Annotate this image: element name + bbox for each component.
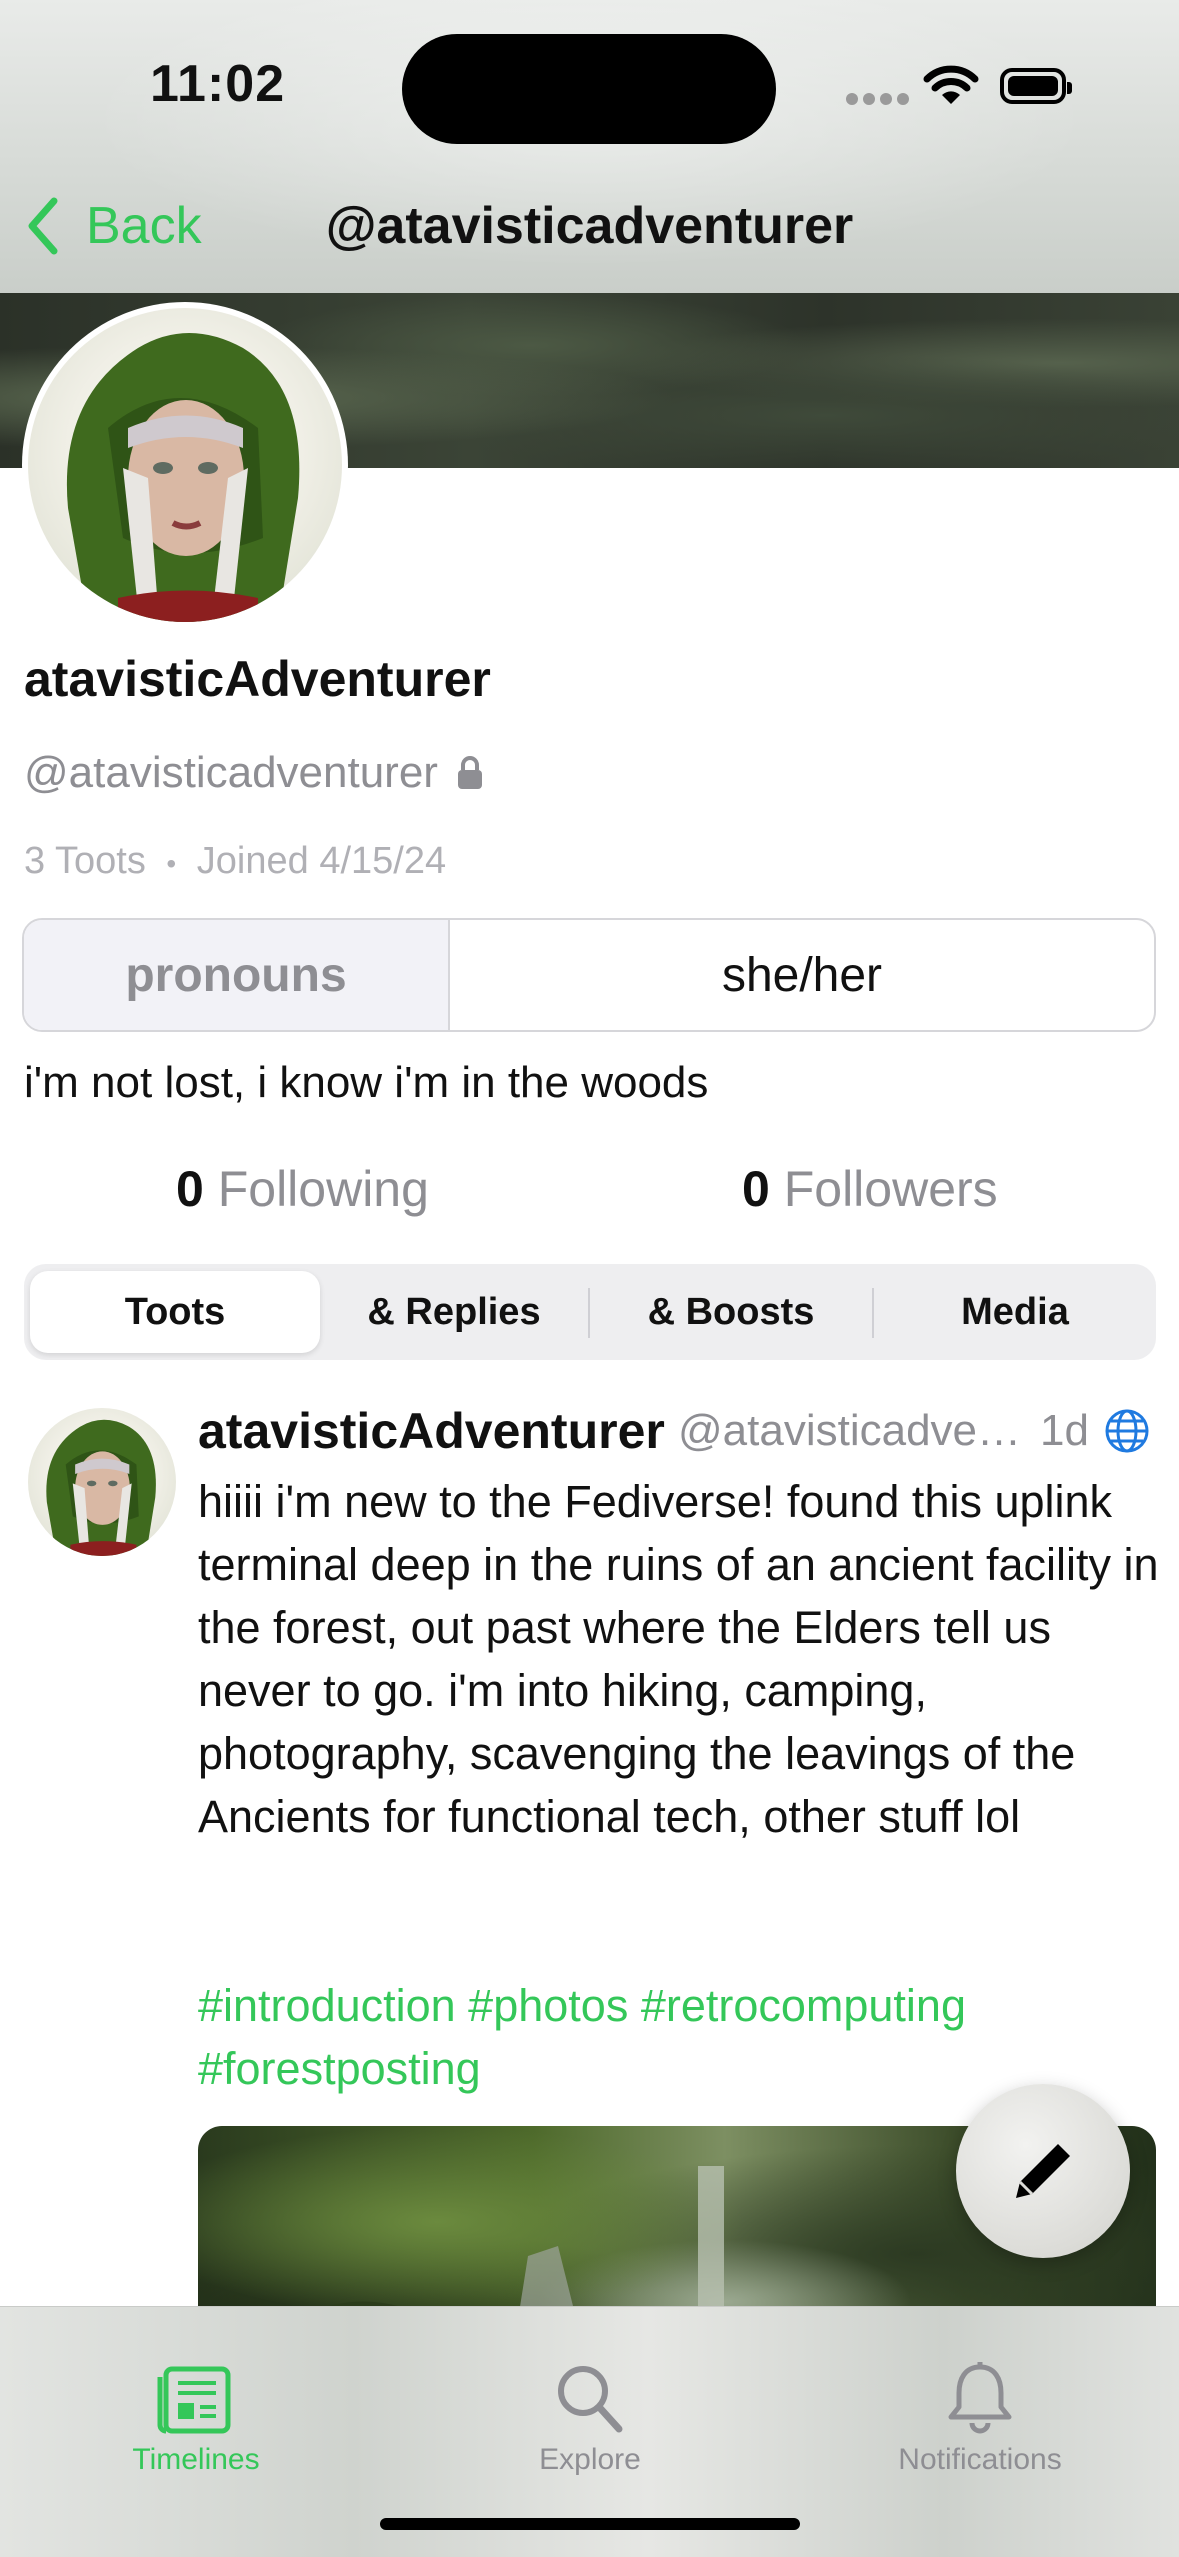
profile-handle: @atavisticadventurer bbox=[24, 748, 438, 797]
joined-date: Joined 4/15/24 bbox=[196, 840, 447, 882]
profile-handle-row: @atavisticadventurer bbox=[24, 748, 484, 798]
field-value: she/her bbox=[721, 948, 883, 1002]
post-author-name[interactable]: atavisticAdventurer bbox=[198, 1402, 665, 1460]
lock-icon bbox=[457, 756, 482, 789]
bell-icon bbox=[948, 2362, 1012, 2434]
tab-timelines[interactable]: Timelines bbox=[46, 2307, 346, 2477]
nav-title: @atavisticadventurer bbox=[325, 197, 854, 255]
battery-icon bbox=[1000, 68, 1072, 104]
top-bar: 11:02 Back @atavisticadventurer bbox=[0, 0, 1179, 293]
profile-avatar[interactable] bbox=[22, 302, 348, 628]
tab-explore[interactable]: Explore bbox=[440, 2307, 740, 2477]
compose-button[interactable] bbox=[956, 2084, 1130, 2258]
post-timestamp: 1d bbox=[1040, 1406, 1089, 1455]
tab-label-notifications: Notifications bbox=[898, 2443, 1062, 2476]
followers-count: 0 bbox=[742, 1161, 770, 1217]
toots-count: 3 Toots bbox=[24, 840, 146, 882]
pencil-icon bbox=[1016, 2144, 1070, 2198]
segment-media[interactable]: Media bbox=[874, 1264, 1156, 1360]
post-author-handle: @atavisticadve… bbox=[678, 1406, 1022, 1455]
tab-label-timelines: Timelines bbox=[132, 2443, 260, 2476]
profile-field-pronouns: pronouns she/her bbox=[22, 918, 1156, 1032]
field-name: pronouns bbox=[24, 920, 450, 1030]
search-icon bbox=[558, 2366, 623, 2433]
segment-toots[interactable]: Toots bbox=[30, 1264, 320, 1360]
tab-label-explore: Explore bbox=[539, 2443, 641, 2476]
segment-replies[interactable]: & Replies bbox=[320, 1264, 588, 1360]
followers-stat[interactable]: 0 Followers bbox=[742, 1160, 998, 1218]
post-hashtags[interactable]: #introduction #photos #retrocomputing #f… bbox=[198, 1974, 1164, 2100]
timelines-icon bbox=[157, 2366, 231, 2434]
display-name: atavisticAdventurer bbox=[24, 651, 491, 707]
followers-label: Followers bbox=[783, 1161, 998, 1217]
post-body: hiiii i'm new to the Fediverse! found th… bbox=[198, 1476, 1159, 1842]
profile-segmented-control: Toots & Replies & Boosts Media bbox=[24, 1264, 1156, 1360]
profile-meta: 3 Toots • Joined 4/15/24 bbox=[24, 840, 446, 883]
following-count: 0 bbox=[176, 1161, 204, 1217]
home-indicator bbox=[380, 2518, 800, 2530]
meta-separator: • bbox=[166, 848, 177, 879]
tab-notifications[interactable]: Notifications bbox=[830, 2307, 1130, 2477]
segment-boosts[interactable]: & Boosts bbox=[590, 1264, 872, 1360]
globe-icon bbox=[1104, 1408, 1150, 1459]
cellular-signal-icon bbox=[846, 92, 928, 105]
following-label: Following bbox=[217, 1161, 429, 1217]
status-time: 11:02 bbox=[150, 55, 286, 113]
dynamic-island bbox=[402, 34, 776, 144]
post-author-avatar[interactable] bbox=[28, 1408, 176, 1556]
following-stat[interactable]: 0 Following bbox=[176, 1160, 429, 1218]
wifi-icon bbox=[922, 64, 980, 113]
profile-bio: i'm not lost, i know i'm in the woods bbox=[24, 1058, 709, 1107]
